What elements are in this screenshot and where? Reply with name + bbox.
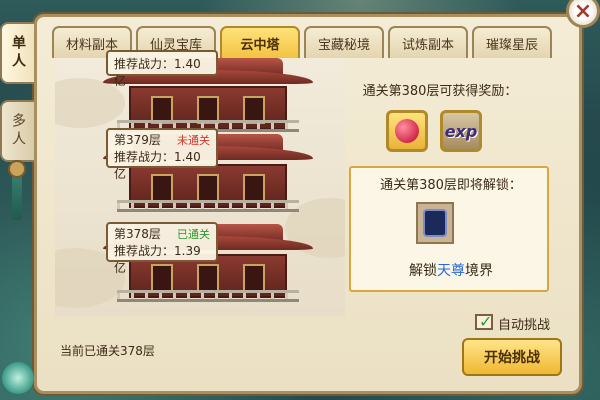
checkmark-icon: ✓ [479,312,493,331]
auto-challenge-checkbox[interactable]: ✓ [475,312,493,331]
floor-power: 推荐战力：1.40亿 [114,150,201,181]
auto-challenge-label[interactable]: 自动挑战 [498,314,550,333]
reward-item-exp[interactable]: exp [440,110,482,152]
exp-icon: exp [444,121,478,141]
unlock-panel: 通关第380层即将解锁： 解锁天尊境界 [349,166,549,292]
tower-railing [117,200,299,212]
floor-status-locked: 未通关 [177,134,210,147]
lotus-icon [2,362,34,394]
reward-title: 通关第380层可获得奖励： [362,84,518,99]
floor-card-378[interactable]: 第378层 推荐战力：1.39亿 已通关 [106,222,218,275]
tower-railing [117,290,299,302]
reward-item-peach[interactable] [386,110,428,152]
tab-trial[interactable]: 试炼副本 [388,26,468,58]
tassel-knot-icon [8,160,26,178]
side-tab-team[interactable]: 多人 [0,100,34,162]
unlock-prefix: 解锁 [409,263,437,279]
tab-stars[interactable]: 璀璨星辰 [472,26,552,58]
peach-icon [395,119,419,143]
tab-cloud-tower[interactable]: 云中塔 [220,26,300,58]
unlock-suffix: 境界 [465,263,493,279]
tower-view[interactable] [55,58,345,316]
floor-status-cleared: 已通关 [177,228,210,241]
unlock-description: 解锁天尊境界 [351,260,551,280]
close-icon: × [573,0,593,24]
floor-card-380[interactable]: 推荐战力：1.40亿 [106,50,218,88]
progress-text: 当前已通关378层 [60,344,155,358]
start-challenge-button[interactable]: 开始挑战 [462,338,562,376]
unlock-title: 通关第380层即将解锁： [380,178,522,193]
floor-card-379[interactable]: 第379层 推荐战力：1.40亿 未通关 [106,128,218,181]
unlock-highlight: 天尊 [437,263,465,279]
floor-power: 推荐战力：1.40亿 [114,57,201,88]
realm-badge-icon[interactable] [416,202,454,244]
tab-treasure-realm[interactable]: 宝藏秘境 [304,26,384,58]
floor-power: 推荐战力：1.39亿 [114,244,201,275]
side-tab-solo[interactable]: 单人 [0,22,34,84]
game-screen: 单人 多人 材料副本 仙灵宝库 云中塔 宝藏秘境 试炼副本 璀璨星辰 × 推荐战… [0,0,600,400]
